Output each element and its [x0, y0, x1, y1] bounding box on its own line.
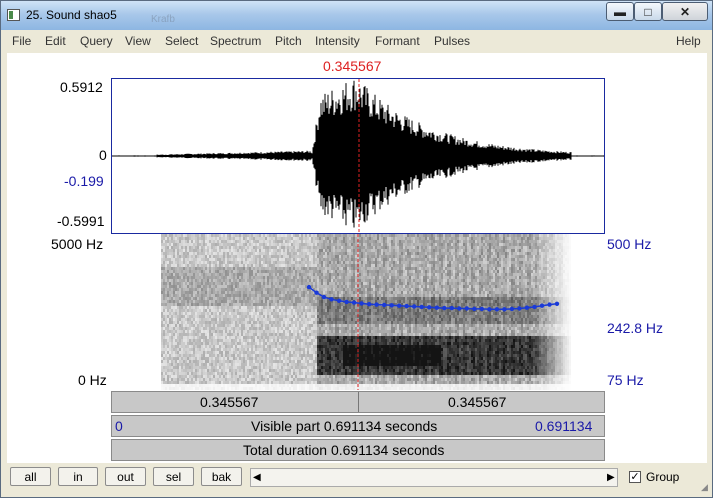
pitch-point	[306, 284, 312, 290]
pitch-point	[457, 306, 462, 311]
background-ghost-text: Krafb	[151, 14, 175, 25]
pitch-point	[434, 305, 439, 310]
visible-part-bar[interactable]: 0 Visible part 0.691134 seconds 0.691134	[111, 415, 605, 437]
pitch-point	[517, 306, 522, 311]
menu-help[interactable]: Help	[676, 34, 701, 48]
zoom-out-button[interactable]: out	[105, 467, 146, 486]
spectrogram-freq-max: 5000 Hz	[51, 236, 104, 252]
waveform-zero-label: 0	[99, 147, 107, 163]
bottom-toolbar: all in out sel bak ◀ ▶ ✓ Group ◢	[1, 464, 712, 497]
pitch-point	[449, 305, 454, 311]
waveform-panel[interactable]	[111, 78, 605, 234]
time-bar-right-value: 0.345567	[448, 394, 507, 410]
visible-part-label: Visible part 0.691134 seconds	[251, 418, 438, 434]
minimize-button[interactable]: ▬	[606, 2, 634, 21]
pitch-point	[404, 303, 409, 309]
zoom-back-button[interactable]: bak	[201, 467, 242, 486]
pitch-point	[419, 304, 424, 310]
time-bar-left-value: 0.345567	[200, 394, 259, 410]
praat-window-icon	[7, 9, 20, 21]
scroll-left-arrow-icon[interactable]: ◀	[253, 472, 261, 483]
pitch-point	[524, 305, 530, 310]
pitch-point	[464, 306, 469, 311]
zoom-sel-button[interactable]: sel	[153, 467, 194, 486]
pitch-point	[329, 297, 334, 302]
visible-start-value: 0	[115, 418, 123, 434]
pitch-point	[442, 305, 447, 311]
time-bar-divider	[358, 392, 359, 412]
waveform-cursor-value: -0.199	[64, 173, 104, 189]
sound-editor-window: 25. Sound shao5 Krafb ▬ □ ✕ File Edit Qu…	[0, 0, 713, 498]
title-bar[interactable]: 25. Sound shao5 Krafb ▬ □ ✕	[1, 1, 712, 30]
pitch-point	[336, 298, 342, 303]
menu-query[interactable]: Query	[80, 34, 113, 48]
group-checkbox[interactable]: ✓	[629, 471, 641, 483]
cursor-time-label: 0.345567	[323, 58, 382, 74]
close-button[interactable]: ✕	[662, 2, 708, 21]
pitch-point	[479, 306, 484, 312]
group-label: Group	[646, 470, 680, 484]
pitch-point	[314, 290, 319, 295]
maximize-button[interactable]: □	[634, 2, 662, 21]
pitch-point	[412, 304, 417, 309]
pitch-point	[366, 302, 372, 307]
zoom-in-button[interactable]: in	[58, 467, 98, 486]
pitch-point	[321, 294, 327, 300]
pitch-point	[494, 307, 500, 312]
pitch-point	[472, 306, 477, 312]
pitch-point	[389, 303, 394, 308]
spectrogram-plot	[161, 234, 571, 390]
spectrogram-image	[161, 234, 571, 390]
scroll-right-arrow-icon[interactable]: ▶	[607, 472, 615, 483]
resize-grip-icon[interactable]: ◢	[701, 482, 708, 493]
menu-bar: File Edit Query View Select Spectrum Pit…	[7, 31, 707, 51]
zoom-all-button[interactable]: all	[10, 467, 51, 486]
total-duration-label: Total duration 0.691134 seconds	[243, 442, 445, 458]
pitch-point	[382, 302, 387, 308]
menu-select[interactable]: Select	[165, 34, 198, 48]
pitch-point	[397, 303, 402, 308]
pitch-point	[351, 300, 357, 305]
pitch-point	[502, 307, 507, 312]
menu-edit[interactable]: Edit	[45, 34, 66, 48]
pitch-point	[487, 307, 492, 312]
pitch-point	[344, 299, 349, 305]
pitch-point	[374, 302, 379, 307]
sound-editor-area[interactable]: 0.345567 0.5912 0 -0.199 -0.5991 5000 Hz…	[7, 53, 707, 463]
spectrogram-panel[interactable]	[111, 234, 605, 390]
waveform-min-label: -0.5991	[57, 213, 105, 229]
window-title: 25. Sound shao5	[26, 8, 117, 22]
total-duration-bar[interactable]: Total duration 0.691134 seconds	[111, 439, 605, 461]
pitch-min-label: 75 Hz	[607, 372, 644, 388]
pitch-cursor-label: 242.8 Hz	[607, 320, 664, 336]
spectrogram-freq-min: 0 Hz	[78, 372, 107, 388]
pitch-point	[547, 302, 552, 307]
pitch-point	[554, 301, 560, 306]
menu-file[interactable]: File	[12, 34, 31, 48]
time-bar[interactable]: 0.345567 0.345567	[111, 391, 605, 413]
menu-formant[interactable]: Formant	[375, 34, 420, 48]
waveform-plot	[112, 79, 604, 233]
time-scrollbar[interactable]: ◀ ▶	[250, 468, 618, 487]
pitch-point	[509, 306, 515, 312]
menu-spectrum[interactable]: Spectrum	[210, 34, 261, 48]
pitch-point	[359, 301, 364, 306]
menu-pitch[interactable]: Pitch	[275, 34, 302, 48]
visible-end-value: 0.691134	[535, 418, 593, 434]
pitch-point	[427, 305, 432, 310]
menu-pulses[interactable]: Pulses	[434, 34, 470, 48]
pitch-point	[532, 304, 537, 310]
menu-intensity[interactable]: Intensity	[315, 34, 360, 48]
pitch-point	[539, 303, 545, 308]
waveform-max-label: 0.5912	[60, 79, 103, 95]
menu-view[interactable]: View	[125, 34, 151, 48]
pitch-max-label: 500 Hz	[607, 236, 652, 252]
